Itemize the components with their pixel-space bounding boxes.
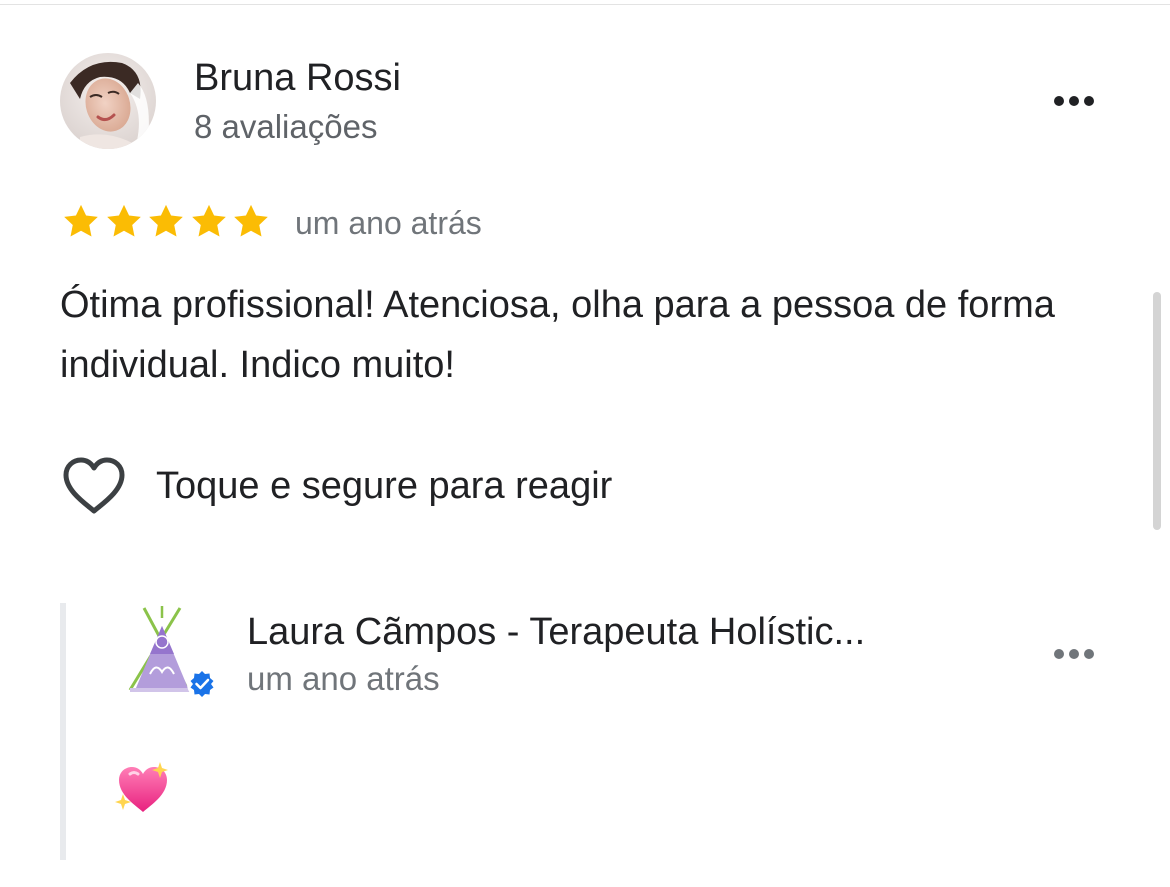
- review-more-options-button[interactable]: [1044, 86, 1104, 116]
- star-icon: [191, 204, 226, 237]
- heart-outline-icon: [63, 457, 125, 514]
- reply-more-options-button[interactable]: [1044, 639, 1104, 669]
- reply-time: um ano atrás: [247, 660, 440, 697]
- owner-logo-icon: [128, 606, 217, 699]
- scrollbar[interactable]: [1153, 292, 1161, 530]
- review-text: Ótima profissional! Atenciosa, olha para…: [60, 284, 1055, 386]
- top-divider: [0, 4, 1170, 5]
- star-icon: [106, 204, 141, 237]
- star-icon: [234, 204, 268, 237]
- more-horiz-icon-dot: [1069, 649, 1079, 659]
- reviewer-avatar[interactable]: [60, 53, 156, 149]
- more-horiz-icon-dot: [1084, 649, 1094, 659]
- star-icon: [64, 204, 98, 237]
- reviewer-reviews-count[interactable]: 8 avaliações: [194, 106, 377, 148]
- owner-name[interactable]: Laura Cãmpos - Terapeuta Holístic...: [247, 608, 1007, 656]
- react-button[interactable]: Toque e segure para reagir: [60, 455, 612, 517]
- reply-indent-bar: [60, 603, 66, 860]
- reviewer-name[interactable]: Bruna Rossi: [194, 54, 401, 102]
- more-horiz-icon: [1054, 96, 1064, 106]
- more-horiz-icon-dot: [1069, 96, 1079, 106]
- star-rating: [60, 201, 273, 243]
- review-time: um ano atrás: [295, 205, 482, 241]
- react-label: Toque e segure para reagir: [156, 465, 613, 507]
- more-horiz-icon: [1054, 649, 1064, 659]
- reply-text-emoji: [114, 760, 172, 818]
- star-icon: [149, 204, 183, 237]
- owner-avatar[interactable]: [122, 604, 222, 702]
- more-horiz-icon-dot: [1084, 96, 1094, 106]
- sparkling-heart-icon: [115, 762, 168, 812]
- avatar-photo: [60, 53, 156, 149]
